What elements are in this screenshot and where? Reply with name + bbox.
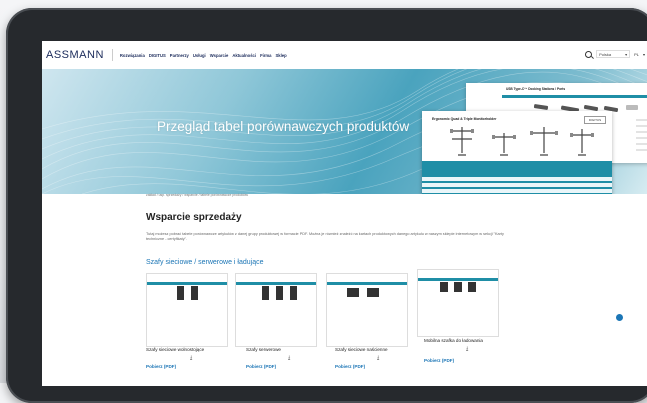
menu-item-partnerzy[interactable]: Partnerzy (170, 53, 189, 58)
table-row (422, 189, 612, 193)
menu-item-aktualnosci[interactable]: Aktualności (232, 53, 256, 58)
download-icon[interactable]: ⤓ (377, 355, 379, 361)
page-description: Tutaj możesz pobrać tabele porównawcze a… (146, 232, 504, 242)
menu-item-rozwiazania[interactable]: Rozwiązania (120, 53, 145, 58)
hero-doc-monitorholder: Ergonomic Quad & Triple Monitorholder DI… (422, 111, 612, 194)
cabinet-image (454, 282, 462, 292)
card-label[interactable]: Szafy serwerowe (246, 347, 281, 352)
card-label[interactable]: Mobilna szafka do ładowania (424, 338, 483, 343)
card-label[interactable]: Szafy sieciowe naścienne (335, 347, 388, 352)
menu-item-digitus[interactable]: DIGITUS (149, 53, 166, 58)
menu-item-sklep[interactable]: Sklep (275, 53, 286, 58)
cabinet-image (177, 286, 184, 300)
download-pdf-link[interactable]: Pobierz (PDF) (146, 364, 176, 369)
hero-title: Przegląd tabel porównawczych produktów (157, 119, 410, 134)
menu-item-uslugi[interactable]: Usługi (193, 53, 206, 58)
cabinet-image (276, 286, 283, 300)
country-select-value: Polska (599, 51, 612, 57)
table-header-bar (147, 282, 227, 285)
language-code[interactable]: PL (634, 52, 639, 57)
card-thumbnail-server[interactable] (235, 273, 317, 347)
cabinet-image (290, 286, 297, 300)
tablet-frame: ASSMANN Rozwiązania DIGITUS Partnerzy Us… (6, 8, 647, 403)
table-header-bar (236, 282, 316, 285)
country-select[interactable]: Polska ▾ (596, 50, 631, 58)
comparison-table-preview (422, 161, 612, 194)
cabinet-image (440, 282, 448, 292)
download-pdf-link[interactable]: Pobierz (PDF) (335, 364, 365, 369)
table-header-bar (327, 282, 407, 285)
scroll-to-top-button[interactable] (615, 313, 624, 322)
download-pdf-link[interactable]: Pobierz (PDF) (424, 358, 454, 363)
chevron-down-icon: ▾ (625, 51, 628, 57)
cabinet-image (262, 286, 269, 300)
cabinet-image (468, 282, 476, 292)
nav-tools: Polska ▾ PL ▾ (585, 50, 645, 58)
download-icon[interactable]: ⤓ (288, 355, 290, 361)
card-thumbnail-wall[interactable] (326, 273, 408, 347)
chevron-down-icon: ▾ (642, 51, 645, 57)
main-menu: Rozwiązania DIGITUS Partnerzy Usługi Wsp… (120, 53, 287, 58)
browser-screen: ASSMANN Rozwiązania DIGITUS Partnerzy Us… (42, 41, 647, 386)
hero-banner: Przegląd tabel porównawczych produktów U… (42, 69, 647, 194)
assmann-logo[interactable]: ASSMANN (46, 49, 104, 61)
search-icon[interactable] (585, 50, 593, 58)
section-title: Szafy sieciowe / serwerowe i ładujące (146, 259, 264, 266)
card-label[interactable]: Szafy sieciowe wolnostojące (146, 347, 204, 352)
cabinet-image (191, 286, 198, 300)
top-nav: ASSMANN Rozwiązania DIGITUS Partnerzy Us… (42, 41, 647, 70)
page-title: Wsparcie sprzedaży (146, 212, 242, 223)
menu-item-firma[interactable]: Firma (260, 53, 271, 58)
table-header-bar (418, 278, 498, 281)
menu-item-wsparcie[interactable]: Wsparcie (210, 53, 229, 58)
nav-divider (111, 49, 113, 61)
download-icon[interactable]: ⤓ (190, 355, 192, 361)
card-thumbnail-freestanding[interactable] (146, 273, 228, 347)
cabinet-image (347, 288, 359, 297)
table-row (422, 183, 612, 187)
download-pdf-link[interactable]: Pobierz (PDF) (246, 364, 276, 369)
download-icon[interactable]: ⤓ (466, 346, 468, 352)
cabinet-image (367, 288, 379, 297)
table-row (422, 177, 612, 181)
breadcrumb[interactable]: zakład / usp. sprzedaży / wsparcie / tab… (146, 193, 248, 197)
monitor-arms-image (450, 127, 594, 156)
card-thumbnail-charging[interactable] (417, 269, 499, 337)
